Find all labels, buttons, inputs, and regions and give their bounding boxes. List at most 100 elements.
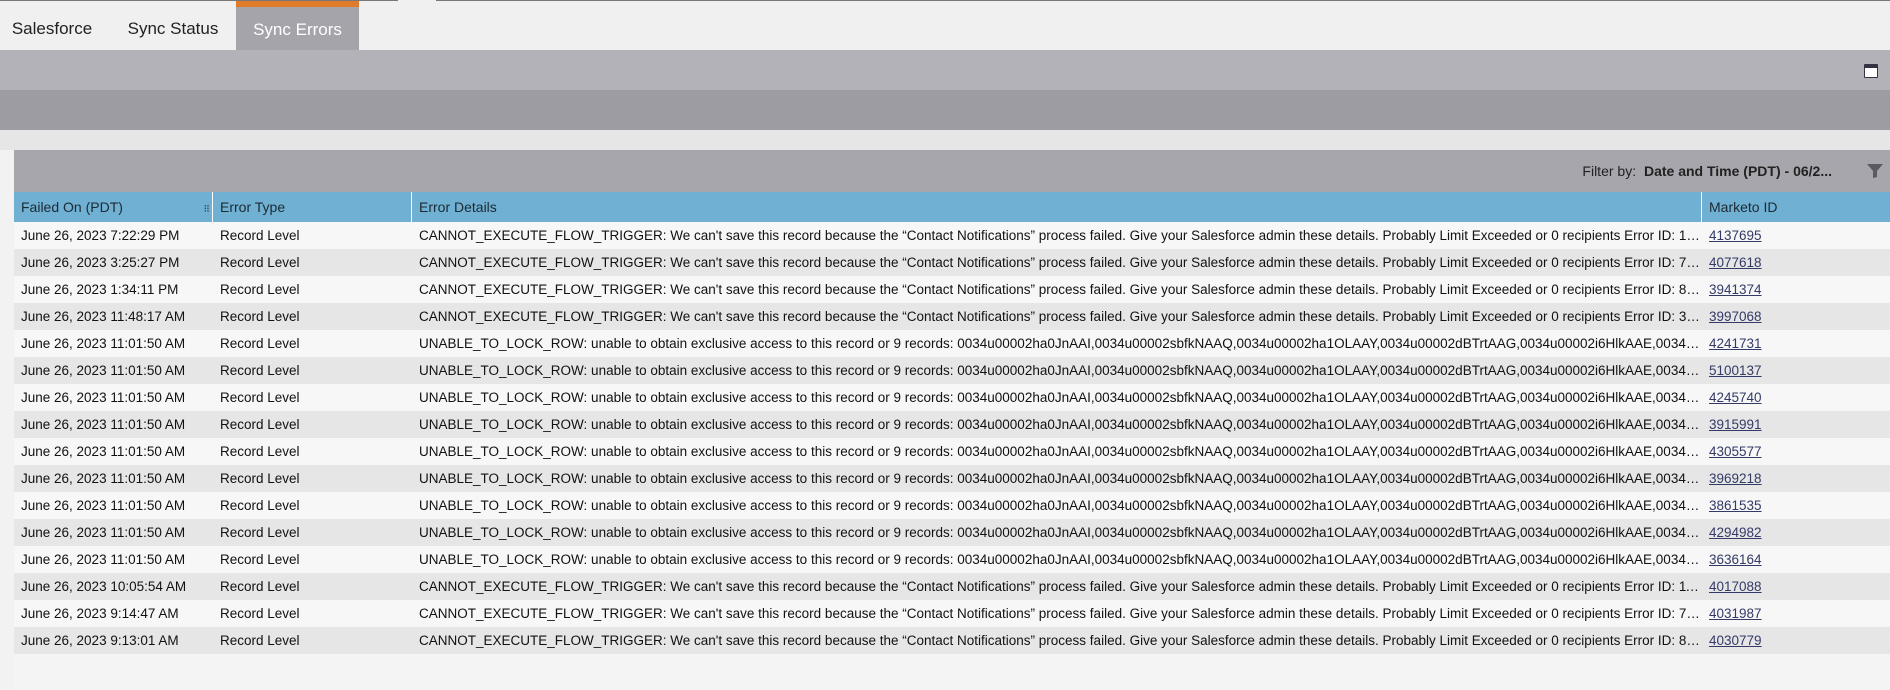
marketo-id-link[interactable]: 4030779 (1709, 633, 1762, 648)
filter-display[interactable]: Filter by: Date and Time (PDT) - 06/2... (1582, 150, 1832, 192)
table-row[interactable]: June 26, 2023 11:01:50 AM Record Level UNA… (14, 330, 1890, 357)
marketo-id-link[interactable]: 3997068 (1709, 309, 1762, 324)
marketo-id-cell: 4017088 (1702, 573, 1890, 600)
error-details-cell: UNABLE_TO_LOCK_ROW: unable to obtain exc… (419, 498, 1702, 513)
table-row[interactable]: June 26, 2023 11:01:50 AM Record Level UNA… (14, 492, 1890, 519)
sync-errors-panel: Filter by: Date and Time (PDT) - 06/2...… (14, 150, 1890, 690)
error-type-cell: Record Level (220, 525, 300, 540)
tab-bar: Salesforce Sync Status Sync Errors (0, 0, 1890, 51)
table-row[interactable]: June 26, 2023 7:22:29 PM Record Level CANN… (14, 222, 1890, 249)
marketo-id-link[interactable]: 3941374 (1709, 282, 1762, 297)
table-row[interactable]: June 26, 2023 11:01:50 AM Record Level UNA… (14, 357, 1890, 384)
tab-sync-status[interactable]: Sync Status (114, 1, 232, 51)
marketo-id-cell: 3969218 (1702, 465, 1890, 492)
window-icon[interactable] (1864, 64, 1878, 78)
marketo-id-link[interactable]: 4031987 (1709, 606, 1762, 621)
spacer (0, 130, 1890, 150)
failed-on-cell: June 26, 2023 11:01:50 AM (21, 552, 186, 567)
table-row[interactable]: June 26, 2023 11:01:50 AM Record Level UNA… (14, 465, 1890, 492)
marketo-id-link[interactable]: 3915991 (1709, 417, 1762, 432)
marketo-id-link[interactable]: 3636164 (1709, 552, 1762, 567)
filter-label: Filter by: (1582, 163, 1637, 179)
marketo-id-cell: 4294982 (1702, 519, 1890, 546)
marketo-id-link[interactable]: 4305577 (1709, 444, 1762, 459)
marketo-id-link[interactable]: 3861535 (1709, 498, 1762, 513)
marketo-id-cell: 3636164 (1702, 546, 1890, 573)
column-resize-icon[interactable]: ⠿ (203, 194, 210, 224)
table-row[interactable]: June 26, 2023 11:01:50 AM Record Level UNA… (14, 519, 1890, 546)
error-details-cell: UNABLE_TO_LOCK_ROW: unable to obtain exc… (419, 336, 1702, 351)
error-details-cell: CANNOT_EXECUTE_FLOW_TRIGGER: We can't sa… (419, 633, 1702, 648)
column-header-error-details[interactable]: Error Details (412, 192, 1702, 222)
table-row[interactable]: June 26, 2023 3:25:27 PM Record Level CANN… (14, 249, 1890, 276)
error-type-cell: Record Level (220, 282, 300, 297)
marketo-id-link[interactable]: 4245740 (1709, 390, 1762, 405)
table-row[interactable]: June 26, 2023 1:34:11 PM Record Level CANN… (14, 276, 1890, 303)
failed-on-cell: June 26, 2023 11:01:50 AM (21, 444, 186, 459)
failed-on-cell: June 26, 2023 11:01:50 AM (21, 498, 186, 513)
error-details-cell: CANNOT_EXECUTE_FLOW_TRIGGER: We can't sa… (419, 309, 1702, 324)
failed-on-cell: June 26, 2023 3:25:27 PM (21, 255, 180, 270)
table-row[interactable]: June 26, 2023 9:14:47 AM Record Level CANN… (14, 600, 1890, 627)
failed-on-cell: June 26, 2023 11:01:50 AM (21, 336, 186, 351)
column-header-failed-on[interactable]: Failed On (PDT) ⠿ (14, 192, 213, 222)
table-row[interactable]: June 26, 2023 11:01:50 AM Record Level UNA… (14, 438, 1890, 465)
marketo-id-link[interactable]: 4294982 (1709, 525, 1762, 540)
error-type-cell: Record Level (220, 228, 300, 243)
marketo-id-cell: 5100137 (1702, 357, 1890, 384)
error-details-cell: UNABLE_TO_LOCK_ROW: unable to obtain exc… (419, 390, 1702, 405)
error-details-cell: CANNOT_EXECUTE_FLOW_TRIGGER: We can't sa… (419, 579, 1702, 594)
error-details-cell: CANNOT_EXECUTE_FLOW_TRIGGER: We can't sa… (419, 228, 1702, 243)
funnel-icon[interactable] (1866, 163, 1884, 179)
tab-sync-errors[interactable]: Sync Errors (236, 1, 359, 51)
error-details-cell: UNABLE_TO_LOCK_ROW: unable to obtain exc… (419, 363, 1702, 378)
error-type-cell: Record Level (220, 444, 300, 459)
error-type-cell: Record Level (220, 552, 300, 567)
table-body: June 26, 2023 7:22:29 PM Record Level CANN… (14, 222, 1890, 654)
marketo-id-link[interactable]: 4241731 (1709, 336, 1762, 351)
tab-salesforce[interactable]: Salesforce (0, 1, 104, 51)
table-row[interactable]: June 26, 2023 11:01:50 AM Record Level UNA… (14, 384, 1890, 411)
column-label: Failed On (PDT) (21, 199, 123, 215)
failed-on-cell: June 26, 2023 10:05:54 AM (21, 579, 187, 594)
error-details-cell: CANNOT_EXECUTE_FLOW_TRIGGER: We can't sa… (419, 255, 1702, 270)
table-row[interactable]: June 26, 2023 9:13:01 AM Record Level CANN… (14, 627, 1890, 654)
marketo-id-cell: 3997068 (1702, 303, 1890, 330)
grid-toolbar: Filter by: Date and Time (PDT) - 06/2... (14, 150, 1890, 192)
marketo-id-cell: 3915991 (1702, 411, 1890, 438)
error-details-cell: UNABLE_TO_LOCK_ROW: unable to obtain exc… (419, 471, 1702, 486)
failed-on-cell: June 26, 2023 11:01:50 AM (21, 363, 186, 378)
table-row[interactable]: June 26, 2023 10:05:54 AM Record Level CAN… (14, 573, 1890, 600)
marketo-id-cell: 4077618 (1702, 249, 1890, 276)
marketo-id-link[interactable]: 4077618 (1709, 255, 1762, 270)
error-type-cell: Record Level (220, 471, 300, 486)
header-band (0, 50, 1890, 90)
error-details-cell: UNABLE_TO_LOCK_ROW: unable to obtain exc… (419, 417, 1702, 432)
tab-bar-notch (398, 0, 436, 2)
filter-value: Date and Time (PDT) - 06/2... (1643, 163, 1832, 179)
failed-on-cell: June 26, 2023 7:22:29 PM (21, 228, 180, 243)
error-type-cell: Record Level (220, 579, 300, 594)
error-type-cell: Record Level (220, 255, 300, 270)
error-type-cell: Record Level (220, 363, 300, 378)
error-type-cell: Record Level (220, 498, 300, 513)
marketo-id-link[interactable]: 4137695 (1709, 228, 1762, 243)
table-row[interactable]: June 26, 2023 11:01:50 AM Record Level UNA… (14, 546, 1890, 573)
error-details-cell: UNABLE_TO_LOCK_ROW: unable to obtain exc… (419, 552, 1702, 567)
failed-on-cell: June 26, 2023 9:13:01 AM (21, 633, 179, 648)
failed-on-cell: June 26, 2023 11:01:50 AM (21, 417, 186, 432)
marketo-id-link[interactable]: 4017088 (1709, 579, 1762, 594)
error-type-cell: Record Level (220, 606, 300, 621)
marketo-id-link[interactable]: 5100137 (1709, 363, 1762, 378)
table-row[interactable]: June 26, 2023 11:48:17 AM Record Level CAN… (14, 303, 1890, 330)
table-row[interactable]: June 26, 2023 11:01:50 AM Record Level UNA… (14, 411, 1890, 438)
failed-on-cell: June 26, 2023 1:34:11 PM (21, 282, 179, 297)
error-details-cell: UNABLE_TO_LOCK_ROW: unable to obtain exc… (419, 444, 1702, 459)
marketo-id-cell: 4030779 (1702, 627, 1890, 654)
column-header-marketo-id[interactable]: Marketo ID (1702, 192, 1890, 222)
marketo-id-cell: 3861535 (1702, 492, 1890, 519)
marketo-id-cell: 4245740 (1702, 384, 1890, 411)
column-header-error-type[interactable]: Error Type (213, 192, 412, 222)
marketo-id-link[interactable]: 3969218 (1709, 471, 1762, 486)
marketo-id-cell: 4305577 (1702, 438, 1890, 465)
